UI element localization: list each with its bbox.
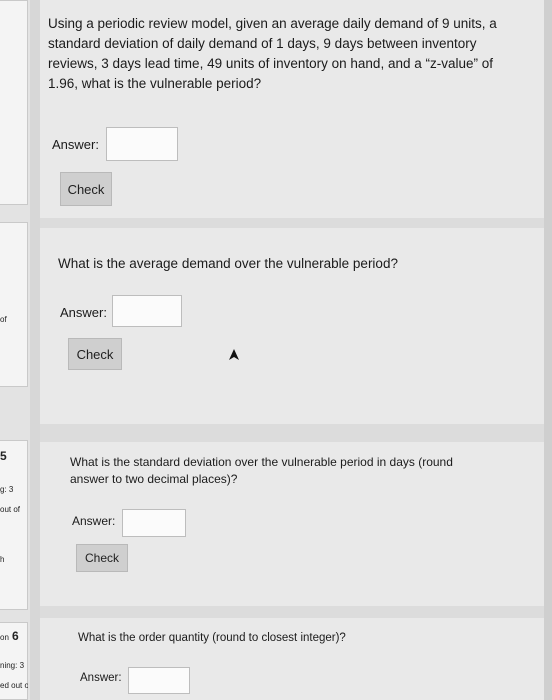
- nav-q5-flag: h: [0, 555, 5, 564]
- question-4-answer-label: Answer:: [80, 672, 122, 684]
- question-1-text: Using a periodic review model, given an …: [48, 16, 497, 91]
- nav-q5-points: g: 3: [0, 485, 14, 494]
- question-panel-1: Using a periodic review model, given an …: [40, 0, 544, 218]
- question-panel-2: What is the average demand over the vuln…: [40, 228, 544, 424]
- question-1-answer-label: Answer:: [52, 137, 99, 152]
- nav-q4-fragment: of: [0, 315, 7, 324]
- question-2-answer-label: Answer:: [60, 305, 107, 320]
- question-panel-3: What is the standard deviation over the …: [40, 442, 544, 606]
- question-4-answer-input[interactable]: [128, 667, 190, 694]
- question-3-answer-input[interactable]: [122, 509, 186, 537]
- panel-divider: [40, 218, 544, 228]
- panel-divider: [40, 424, 544, 442]
- nav-q5-outof: out of: [0, 505, 21, 514]
- question-4-text: What is the order quantity (round to clo…: [78, 632, 346, 644]
- panel-divider: [40, 606, 544, 618]
- right-edge: [544, 0, 552, 700]
- nav-q6-outof: ed out of: [0, 681, 28, 690]
- question-2-answer-input[interactable]: [112, 295, 182, 327]
- question-1-check-button[interactable]: Check: [60, 172, 112, 206]
- question-2-text: What is the average demand over the vuln…: [58, 256, 398, 271]
- nav-block-q4: of: [0, 222, 28, 387]
- mouse-cursor-icon: [229, 349, 239, 360]
- question-3-text: What is the standard deviation over the …: [70, 455, 453, 486]
- nav-q5-number: 5: [0, 449, 7, 463]
- question-3-answer-label: Answer:: [72, 514, 116, 528]
- nav-q6-number: 6: [12, 629, 19, 643]
- nav-q6-points: ning: 3: [0, 661, 25, 670]
- nav-block-q6: on 6 ning: 3 ed out of: [0, 622, 28, 700]
- quiz-page: of 5 g: 3 out of h on 6 ning: 3 ed out o…: [0, 0, 552, 700]
- question-1-answer-input[interactable]: [106, 127, 178, 161]
- question-3-check-button[interactable]: Check: [76, 544, 128, 572]
- question-nav-column: of 5 g: 3 out of h on 6 ning: 3 ed out o…: [0, 0, 30, 700]
- question-panel-4: What is the order quantity (round to clo…: [40, 618, 544, 700]
- nav-block-q5: 5 g: 3 out of h: [0, 440, 28, 610]
- question-2-check-button[interactable]: Check: [68, 338, 122, 370]
- nav-block-q3: [0, 0, 28, 205]
